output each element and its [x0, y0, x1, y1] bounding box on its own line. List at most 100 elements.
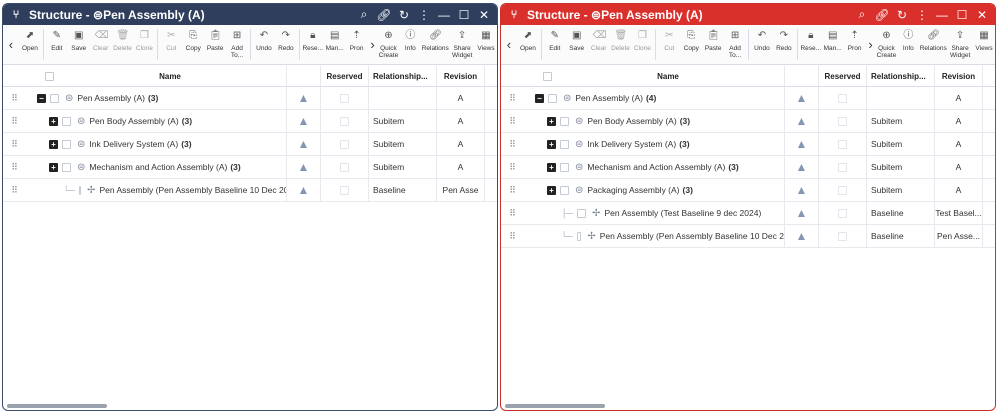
scroll-right-icon[interactable]: ›	[866, 25, 876, 64]
column-reserved[interactable]: Reserved	[819, 66, 867, 86]
drag-handle-icon[interactable]: ⠿	[501, 185, 523, 196]
clone-button[interactable]: ❐ Clone	[631, 25, 653, 64]
copy-button[interactable]: ⎘ Copy	[680, 25, 702, 64]
relations-button[interactable]: 🔗︎ Relations	[919, 25, 947, 64]
table-row[interactable]: ⠿ + ⊜ Pen Body Assembly (A) (3) ▲ Subitem A	[3, 110, 497, 133]
column-name[interactable]: Name	[54, 72, 286, 81]
drag-handle-icon[interactable]: ⠿	[501, 231, 523, 242]
drag-handle-icon[interactable]: ⠿	[501, 139, 523, 150]
cut-button[interactable]: ✂ Cut	[160, 25, 182, 64]
quick-create-button[interactable]: ⊕ Quick Create	[875, 25, 897, 64]
scroll-left-icon[interactable]: ‹	[501, 25, 517, 64]
refresh-icon[interactable]: ↻	[893, 6, 911, 24]
table-row[interactable]: ⠿ + ⊜ Ink Delivery System (A) (3) ▲ Subitem…	[501, 133, 995, 156]
minimize-icon[interactable]: —	[435, 6, 453, 24]
maximize-icon[interactable]: ☐	[953, 6, 971, 24]
row-checkbox[interactable]	[560, 116, 569, 126]
views-button[interactable]: ▦ Views	[475, 25, 497, 64]
column-revision[interactable]: Revision	[437, 66, 485, 86]
table-row[interactable]: ⠿ + ⊜ Ink Delivery System (A) (3) ▲ Subitem…	[3, 133, 497, 156]
row-checkbox[interactable]	[62, 162, 71, 172]
row-checkbox[interactable]	[560, 139, 569, 149]
redo-button[interactable]: ↷ Redo	[275, 25, 297, 64]
collapse-icon[interactable]: −	[535, 93, 544, 103]
expand-icon[interactable]: +	[547, 139, 556, 149]
row-checkbox[interactable]	[548, 93, 557, 103]
minimize-icon[interactable]: —	[933, 6, 951, 24]
undo-button[interactable]: ↶ Undo	[751, 25, 773, 64]
more-icon[interactable]: ⋮	[913, 6, 931, 24]
views-button[interactable]: ▦ Views	[973, 25, 995, 64]
search-icon[interactable]: ⌕	[853, 6, 871, 24]
drag-handle-icon[interactable]: ⠿	[3, 139, 25, 150]
table-row[interactable]: ⠿ + ⊜ Pen Body Assembly (A) (3) ▲ Subitem A	[501, 110, 995, 133]
drag-handle-icon[interactable]: ⠿	[3, 185, 25, 196]
manage-button[interactable]: ▤ Man...	[324, 25, 346, 64]
column-relationship[interactable]: Relationship...	[867, 66, 935, 86]
cut-button[interactable]: ✂ Cut	[658, 25, 680, 64]
table-row[interactable]: ⠿ + ⊜ Mechanism and Action Assembly (A) (3)…	[501, 156, 995, 179]
close-icon[interactable]: ✕	[475, 6, 493, 24]
share-widget-button[interactable]: ⇪ Share Widget	[947, 25, 973, 64]
refresh-icon[interactable]: ↻	[395, 6, 413, 24]
clear-button[interactable]: ⌫ Clear	[588, 25, 610, 64]
promote-button[interactable]: ⇡ Pron	[346, 25, 368, 64]
row-checkbox[interactable]	[560, 185, 569, 195]
open-button[interactable]: ⬈ Open	[19, 25, 41, 64]
table-row[interactable]: ⠿ ├─ ✢ Pen Assembly (Test Baseline 9 dec 2…	[501, 202, 995, 225]
row-checkbox[interactable]	[62, 116, 71, 126]
table-row[interactable]: ⠿ + ⊜ Packaging Assembly (A) (3) ▲ Subitem …	[501, 179, 995, 202]
more-icon[interactable]: ⋮	[415, 6, 433, 24]
drag-handle-icon[interactable]: ⠿	[3, 93, 25, 104]
reserve-button[interactable]: 🔒︎ Rese...	[800, 25, 822, 64]
quick-create-button[interactable]: ⊕ Quick Create	[377, 25, 399, 64]
redo-button[interactable]: ↷ Redo	[773, 25, 795, 64]
row-checkbox[interactable]	[62, 139, 71, 149]
copy-button[interactable]: ⎘ Copy	[182, 25, 204, 64]
edit-button[interactable]: ✎ Edit	[544, 25, 566, 64]
manage-button[interactable]: ▤ Man...	[822, 25, 844, 64]
share-widget-button[interactable]: ⇪ Share Widget	[449, 25, 475, 64]
row-checkbox[interactable]	[50, 93, 59, 103]
save-button[interactable]: ▣ Save	[68, 25, 90, 64]
paste-button[interactable]: 📋︎ Paste	[204, 25, 226, 64]
drag-handle-icon[interactable]: ⠿	[501, 116, 523, 127]
relations-button[interactable]: 🔗︎ Relations	[421, 25, 449, 64]
save-button[interactable]: ▣ Save	[566, 25, 588, 64]
column-name[interactable]: Name	[552, 72, 784, 81]
horizontal-scrollbar[interactable]	[505, 404, 605, 408]
promote-button[interactable]: ⇡ Pron	[844, 25, 866, 64]
drag-handle-icon[interactable]: ⠿	[3, 162, 25, 173]
drag-handle-icon[interactable]: ⠿	[3, 116, 25, 127]
drag-handle-icon[interactable]: ⠿	[501, 208, 523, 219]
maximize-icon[interactable]: ☐	[455, 6, 473, 24]
drag-handle-icon[interactable]: ⠿	[501, 162, 523, 173]
info-button[interactable]: ⓘ Info	[399, 25, 421, 64]
edit-button[interactable]: ✎ Edit	[46, 25, 68, 64]
expand-icon[interactable]: +	[547, 185, 556, 195]
column-relationship[interactable]: Relationship...	[369, 66, 437, 86]
table-row[interactable]: ⠿ └─ ✢ Pen Assembly (Pen Assembly Baseline…	[501, 225, 995, 248]
clear-button[interactable]: ⌫ Clear	[90, 25, 112, 64]
clone-button[interactable]: ❐ Clone	[133, 25, 155, 64]
scroll-left-icon[interactable]: ‹	[3, 25, 19, 64]
add-to-button[interactable]: ⊞ Add To...	[724, 25, 746, 64]
table-row[interactable]: ⠿ + ⊜ Mechanism and Action Assembly (A) (3)…	[3, 156, 497, 179]
table-row[interactable]: ⠿ − ⊜ Pen Assembly (A) (4) ▲ A	[501, 87, 995, 110]
delete-button[interactable]: 🗑︎ Delete	[610, 25, 632, 64]
search-icon[interactable]: ⌕	[355, 6, 373, 24]
row-checkbox[interactable]	[560, 162, 569, 172]
reserve-button[interactable]: 🔒︎ Rese...	[302, 25, 324, 64]
drag-handle-icon[interactable]: ⠿	[501, 93, 523, 104]
row-checkbox[interactable]	[577, 231, 582, 241]
table-row[interactable]: ⠿ └─ ✢ Pen Assembly (Pen Assembly Baseline…	[3, 179, 497, 202]
expand-icon[interactable]: +	[49, 116, 58, 126]
column-revision[interactable]: Revision	[935, 66, 983, 86]
undo-button[interactable]: ↶ Undo	[253, 25, 275, 64]
info-button[interactable]: ⓘ Info	[897, 25, 919, 64]
expand-icon[interactable]: +	[49, 162, 58, 172]
add-to-button[interactable]: ⊞ Add To...	[226, 25, 248, 64]
link-icon[interactable]: 🔗︎	[873, 6, 891, 24]
delete-button[interactable]: 🗑︎ Delete	[112, 25, 134, 64]
select-all-checkbox[interactable]	[543, 71, 552, 81]
